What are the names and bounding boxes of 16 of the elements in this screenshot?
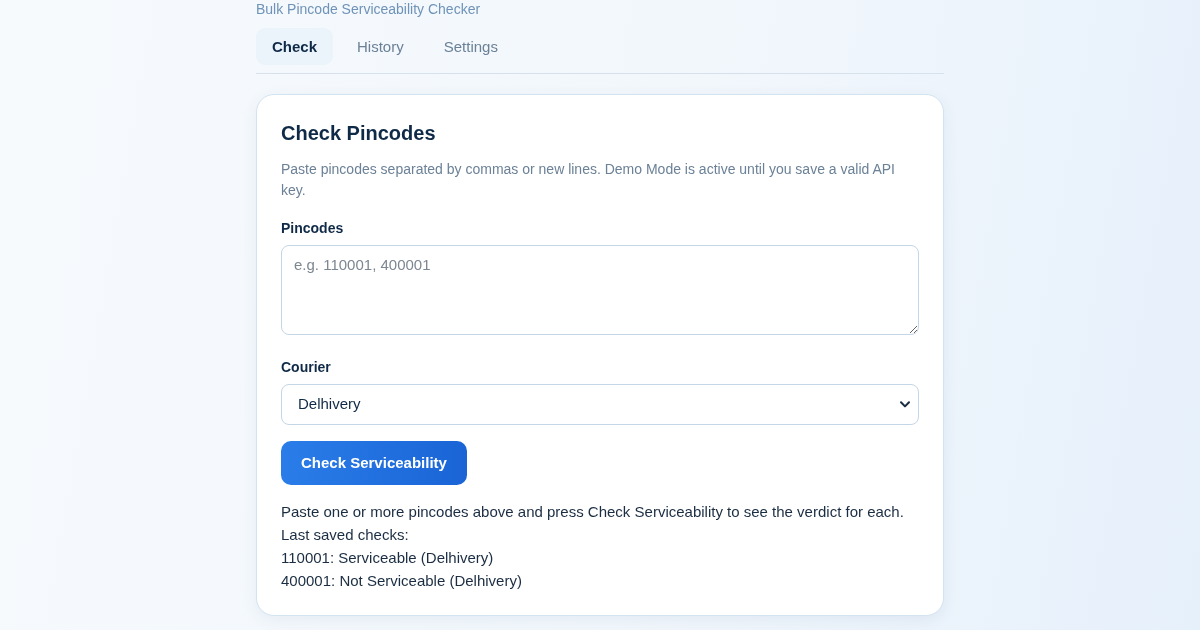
- tab[interactable]: Settings: [427, 28, 514, 65]
- check-serviceability-button[interactable]: Check Serviceability: [281, 441, 467, 485]
- pincodes-label: Pincodes: [281, 219, 345, 238]
- card-description: Paste pincodes separated by commas or new lines. Demo Mode is active until you save a valid API key.: [281, 160, 896, 200]
- pincodes-field[interactable]: e.g. 110001, 400001: [281, 245, 919, 335]
- saved-check: 400001: Not Serviceable (Delhivery): [281, 571, 523, 591]
- saved-checks-heading: Last saved checks:: [281, 525, 410, 545]
- tab[interactable]: Check: [256, 28, 334, 65]
- result-message: Paste one or more pincodes above and press Check Serviceability to see the verdict for each.: [281, 502, 905, 522]
- card-title: Check Pincodes: [281, 121, 437, 145]
- courier-label: Courier: [281, 358, 332, 377]
- app-subtitle: Bulk Pincode Serviceability Checker: [256, 1, 481, 17]
- courier-select[interactable]: Delhivery: [281, 384, 919, 425]
- chevron-down-icon: [900, 401, 910, 408]
- saved-check: 110001: Serviceable (Delhivery): [281, 548, 495, 568]
- tab[interactable]: History: [341, 28, 420, 65]
